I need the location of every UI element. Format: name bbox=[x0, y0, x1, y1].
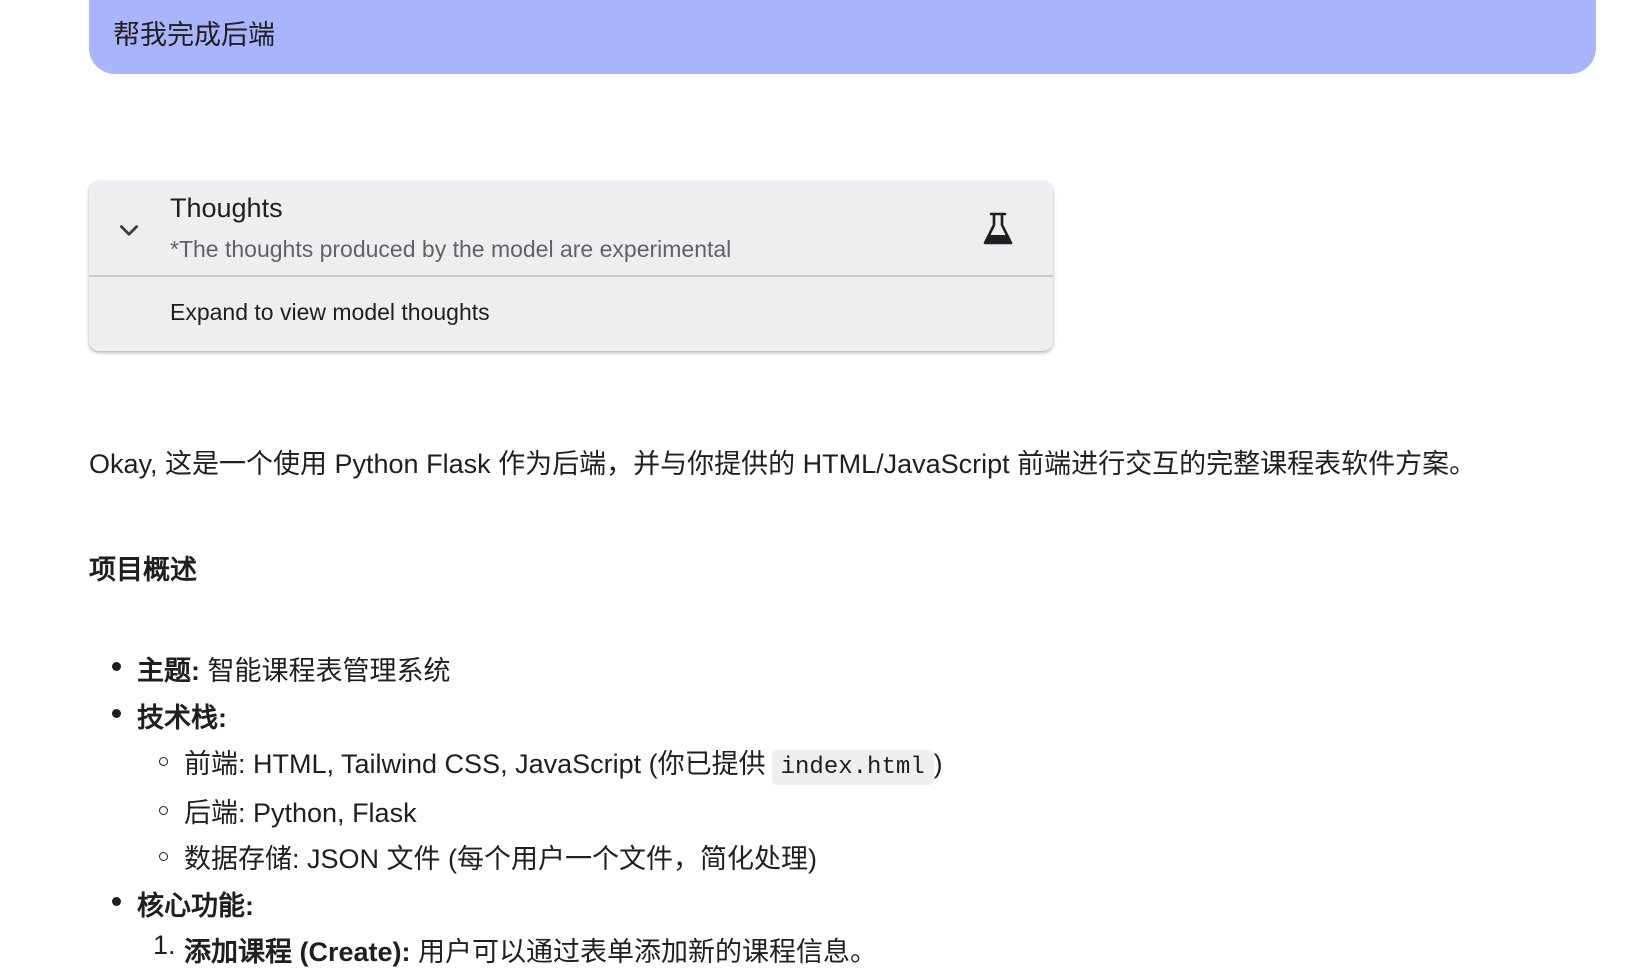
list-item-label: 技术栈: bbox=[137, 703, 227, 733]
expand-thoughts-link[interactable]: Expand to view model thoughts bbox=[170, 299, 490, 326]
list-item-tech: 技术栈: bbox=[137, 696, 227, 735]
list-bullet bbox=[112, 662, 121, 671]
sub-list-item-tail: ) bbox=[933, 749, 943, 779]
thoughts-title: Thoughts bbox=[170, 193, 283, 223]
sub-list-item-frontend: 前端: HTML, Tailwind CSS, JavaScript (你已提供… bbox=[184, 742, 943, 785]
list-item-label: 主题: bbox=[137, 656, 200, 686]
sub-list-item-storage: 数据存储: JSON 文件 (每个用户一个文件，简化处理) bbox=[184, 837, 817, 876]
sub-list-bullet bbox=[159, 806, 168, 815]
list-item-label: 核心功能: bbox=[137, 891, 254, 921]
flask-icon bbox=[983, 212, 1013, 245]
sub-list-item-text: 前端: HTML, Tailwind CSS, JavaScript (你已提供 bbox=[184, 749, 766, 779]
feature-item-value: 用户可以通过表单添加新的课程信息。 bbox=[410, 937, 878, 967]
feature-item-label: 添加课程 (Create): bbox=[184, 937, 411, 967]
ordered-list-number: 1. bbox=[153, 930, 176, 960]
feature-item-create: 添加课程 (Create): 用户可以通过表单添加新的课程信息。 bbox=[184, 930, 877, 969]
sub-list-item-text: 数据存储: JSON 文件 (每个用户一个文件，简化处理) bbox=[184, 844, 817, 874]
section-heading: 项目概述 bbox=[89, 555, 197, 585]
list-bullet bbox=[112, 709, 121, 718]
sub-list-item-text: 后端: Python, Flask bbox=[184, 798, 417, 828]
list-item-features: 核心功能: bbox=[137, 884, 254, 923]
inline-code: index.html bbox=[771, 750, 934, 785]
list-bullet bbox=[112, 897, 121, 906]
user-message-text: 帮我完成后端 bbox=[113, 20, 275, 50]
list-item-theme: 主题: 智能课程表管理系统 bbox=[137, 649, 451, 688]
chevron-down-icon[interactable] bbox=[116, 218, 142, 244]
sub-list-bullet bbox=[159, 852, 168, 861]
thoughts-subtitle: *The thoughts produced by the model are … bbox=[170, 236, 732, 262]
user-message-bubble: 帮我完成后端 bbox=[89, 0, 1596, 74]
sub-list-bullet bbox=[159, 757, 168, 766]
thoughts-panel: Thoughts *The thoughts produced by the m… bbox=[89, 181, 1053, 351]
list-item-value: 智能课程表管理系统 bbox=[200, 656, 451, 686]
thoughts-toggle[interactable]: Thoughts *The thoughts produced by the m… bbox=[89, 181, 1053, 277]
sub-list-item-backend: 后端: Python, Flask bbox=[184, 791, 417, 830]
response-intro: Okay, 这是一个使用 Python Flask 作为后端，并与你提供的 HT… bbox=[89, 449, 1477, 479]
